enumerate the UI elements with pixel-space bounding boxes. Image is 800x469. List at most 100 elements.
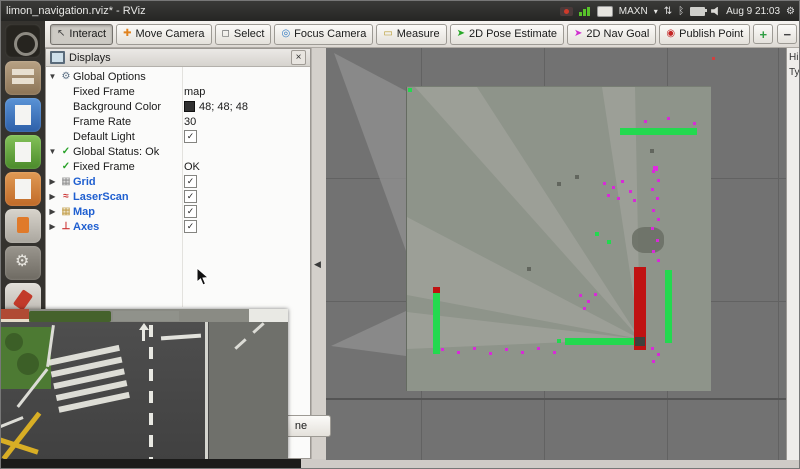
laser-point [553, 351, 556, 354]
map-dark-dot [575, 175, 579, 179]
network-icon[interactable]: ⇅ [664, 6, 672, 17]
laser-point [652, 360, 655, 363]
laser-point [408, 88, 412, 92]
gpu-meter-icon[interactable] [579, 7, 591, 16]
scene-lane-line-right [205, 322, 208, 459]
frame-rate-value[interactable]: 30 [184, 116, 196, 128]
tree-row-global-options[interactable]: ▼ ⚙ Global Options [46, 69, 310, 84]
row-label: Background Color [73, 101, 161, 113]
launcher-files-icon[interactable] [5, 61, 41, 95]
focus-camera-label: Focus Camera [294, 28, 366, 40]
launcher-settings-icon[interactable] [5, 246, 41, 280]
select-tool-button[interactable]: ◻ Select [215, 24, 272, 45]
laser-point [651, 188, 654, 191]
displays-panel-icon [50, 51, 65, 64]
pose-estimate-tool-button[interactable]: ➤ 2D Pose Estimate [450, 24, 564, 45]
map-dark-dot [557, 182, 561, 186]
laser-point [657, 179, 660, 182]
bluetooth-icon[interactable]: ᛒ [678, 6, 684, 17]
expander-closed-icon[interactable]: ▶ [46, 222, 59, 231]
laser-point [621, 180, 624, 183]
tree-row-axes[interactable]: ▶ ⊥ Axes ✓ [46, 219, 310, 234]
expander-closed-icon[interactable]: ▶ [46, 207, 59, 216]
laser-point [489, 352, 492, 355]
tree-row-background-color[interactable]: Background Color 48; 48; 48 [46, 99, 310, 114]
laser-point [457, 351, 460, 354]
tree-row-frame-rate[interactable]: Frame Rate 30 [46, 114, 310, 129]
select-icon: ◻ [222, 29, 230, 39]
render-view-3d[interactable] [326, 48, 786, 460]
interact-tool-button[interactable]: ↖ Interact [50, 24, 113, 45]
grid-enabled-checkbox[interactable]: ✓ [184, 175, 197, 188]
expander-open-icon[interactable]: ▼ [46, 147, 59, 156]
tree-row-default-light[interactable]: Default Light ✓ [46, 129, 310, 144]
move-camera-tool-button[interactable]: ✚ Move Camera [116, 24, 211, 45]
laser-point [629, 190, 632, 193]
add-tool-button[interactable]: + [753, 24, 773, 44]
panel-splitter[interactable]: ◀ [311, 48, 326, 459]
robot-footprint [635, 337, 645, 346]
laser-point [587, 300, 590, 303]
displays-tree: ▼ ⚙ Global Options Fixed Frame map Backg… [46, 67, 310, 234]
laser-point [603, 182, 606, 185]
keyboard-indicator-icon[interactable] [597, 6, 613, 17]
expander-open-icon[interactable]: ▼ [46, 72, 59, 81]
bottom-strip [1, 459, 301, 469]
laser-point [712, 57, 715, 60]
focus-camera-tool-button[interactable]: ◎ Focus Camera [274, 24, 373, 45]
row-label: Global Options [73, 71, 146, 83]
map-dark-dot [650, 149, 654, 153]
laser-point [651, 227, 654, 230]
tree-row-global-status[interactable]: ▼ ✓ Global Status: Ok [46, 144, 310, 159]
laser-point [656, 197, 659, 200]
color-value-text: 48; 48; 48 [199, 101, 248, 113]
remove-tool-button[interactable]: − [777, 24, 797, 44]
move-camera-icon: ✚ [123, 29, 131, 39]
laser-point [521, 351, 524, 354]
map-enabled-checkbox[interactable]: ✓ [184, 205, 197, 218]
displays-panel-title: Displays [69, 52, 111, 64]
displays-panel-header[interactable]: Displays × [46, 49, 310, 67]
session-gear-icon[interactable]: ⚙ [786, 6, 795, 17]
expander-closed-icon[interactable]: ▶ [46, 192, 59, 201]
color-swatch [184, 101, 195, 112]
tree-row-fixed-frame-status[interactable]: ✓ Fixed Frame OK [46, 159, 310, 174]
launcher-software-icon[interactable] [5, 209, 41, 243]
nav-goal-tool-button[interactable]: ➤ 2D Nav Goal [567, 24, 656, 45]
launcher-writer-icon[interactable] [5, 98, 41, 132]
row-label: Frame Rate [73, 116, 131, 128]
grid-line [326, 398, 786, 400]
volume-icon[interactable] [711, 7, 720, 16]
default-light-checkbox[interactable]: ✓ [184, 130, 197, 143]
clock-label[interactable]: Aug 9 21:03 [726, 6, 780, 17]
launcher-calc-icon[interactable] [5, 135, 41, 169]
camera-indicator-icon[interactable] [560, 7, 573, 16]
battery-icon[interactable] [690, 7, 705, 16]
nav-goal-arrow-icon: ➤ [574, 29, 582, 39]
laser-point [644, 120, 647, 123]
background-color-value[interactable]: 48; 48; 48 [184, 101, 248, 113]
tree-row-laserscan[interactable]: ▶ ≈ LaserScan ✓ [46, 189, 310, 204]
laser-point [441, 348, 444, 351]
tree-row-fixed-frame[interactable]: Fixed Frame map [46, 84, 310, 99]
laserscan-enabled-checkbox[interactable]: ✓ [184, 190, 197, 203]
close-icon[interactable]: × [291, 50, 306, 65]
axes-enabled-checkbox[interactable]: ✓ [184, 220, 197, 233]
laser-point [473, 347, 476, 350]
status-ok-check-icon: ✓ [59, 146, 73, 157]
row-label: Global Status: Ok [73, 146, 159, 158]
collapse-left-icon[interactable]: ◀ [314, 259, 321, 270]
laser-point [612, 186, 615, 189]
tree-row-grid[interactable]: ▶ ▦ Grid ✓ [46, 174, 310, 189]
power-mode-label[interactable]: MAXN [619, 6, 648, 17]
tree-row-map[interactable]: ▶ ▦ Map ✓ [46, 204, 310, 219]
launcher-dash-icon[interactable] [5, 24, 41, 58]
fixed-frame-value[interactable]: map [184, 86, 205, 98]
laser-point [579, 294, 582, 297]
laser-point [595, 232, 599, 236]
launcher-impress-icon[interactable] [5, 172, 41, 206]
measure-tool-button[interactable]: ▭ Measure [376, 24, 446, 45]
expander-closed-icon[interactable]: ▶ [46, 177, 59, 186]
publish-point-tool-button[interactable]: ◉ Publish Point [659, 24, 750, 45]
property-column-divider[interactable] [182, 67, 183, 307]
